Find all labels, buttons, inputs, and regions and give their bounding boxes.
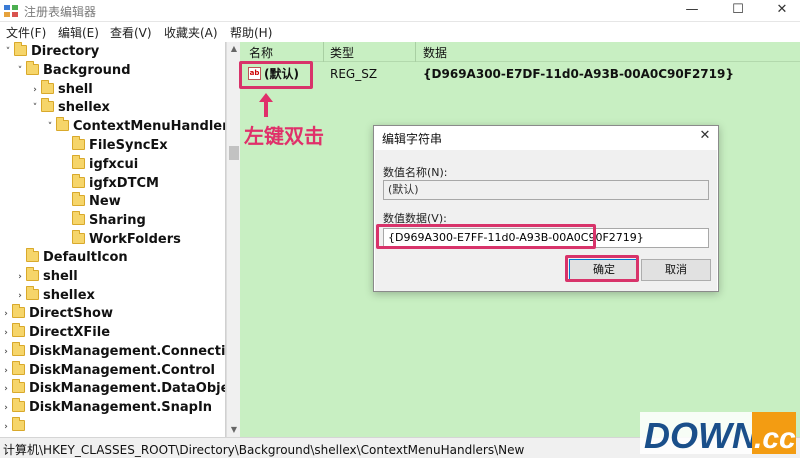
folder-icon bbox=[72, 174, 85, 188]
folder-icon bbox=[72, 136, 85, 150]
collapse-toggle[interactable]: ˅ bbox=[14, 62, 26, 80]
highlight-ok-button bbox=[565, 255, 639, 282]
scroll-down-icon[interactable]: ▼ bbox=[227, 423, 241, 437]
dialog-body: 数值名称(N): (默认) 数值数据(V): {D969A300-E7FF-11… bbox=[375, 150, 717, 291]
folder-icon bbox=[26, 286, 39, 300]
folder-icon bbox=[26, 248, 39, 262]
column-name[interactable]: 名称 bbox=[249, 44, 273, 61]
tree-item-diskmanagement-control[interactable]: › DiskManagement.Control bbox=[0, 361, 215, 380]
folder-icon bbox=[14, 42, 27, 56]
tree-item-directory[interactable]: ˅ Directory bbox=[2, 42, 99, 61]
tree-item-diskmanagement-connection[interactable]: › DiskManagement.Connection bbox=[0, 342, 225, 361]
menu-file[interactable]: 文件(F) bbox=[6, 24, 46, 41]
tree-item-background[interactable]: ˅ Background bbox=[14, 61, 131, 80]
expand-toggle[interactable]: › bbox=[0, 362, 12, 380]
expand-toggle[interactable]: › bbox=[0, 380, 12, 398]
value-name-field: (默认) bbox=[383, 180, 709, 200]
column-data[interactable]: 数据 bbox=[423, 44, 447, 61]
expand-toggle[interactable]: › bbox=[0, 399, 12, 417]
tree-item-workfolders[interactable]: WorkFolders bbox=[60, 230, 181, 249]
tree-item-shellex[interactable]: ˅ shellex bbox=[29, 98, 110, 117]
expand-toggle[interactable]: › bbox=[14, 287, 26, 305]
folder-icon bbox=[26, 267, 39, 281]
dialog-close-button[interactable]: ✕ bbox=[692, 126, 718, 146]
tree-item-defaulticon[interactable]: DefaultIcon bbox=[14, 248, 128, 267]
value-type: REG_SZ bbox=[330, 67, 378, 81]
menu-favorites[interactable]: 收藏夹(A) bbox=[164, 24, 218, 41]
current-key-path: 计算机\HKEY_CLASSES_ROOT\Directory\Backgrou… bbox=[3, 443, 525, 457]
cancel-button[interactable]: 取消 bbox=[641, 259, 711, 281]
edit-string-dialog: 编辑字符串 ✕ 数值名称(N): (默认) 数值数据(V): {D969A300… bbox=[373, 125, 719, 292]
tree-scrollbar[interactable]: ▲ ▼ bbox=[226, 42, 240, 437]
tree-item-contextmenuhandlers[interactable]: ˅ ContextMenuHandlers bbox=[44, 117, 225, 136]
value-data: {D969A300-E7DF-11d0-A93B-00A0C90F2719} bbox=[423, 67, 734, 81]
folder-icon bbox=[12, 342, 25, 356]
menu-edit[interactable]: 编辑(E) bbox=[58, 24, 99, 41]
tree-item-shell-2[interactable]: › shell bbox=[14, 267, 78, 286]
expand-toggle[interactable]: › bbox=[0, 343, 12, 361]
folder-icon bbox=[12, 398, 25, 412]
minimize-button[interactable]: — bbox=[672, 0, 712, 22]
tree-item-directshow[interactable]: › DirectShow bbox=[0, 304, 113, 323]
menu-view[interactable]: 查看(V) bbox=[110, 24, 152, 41]
highlight-value-data bbox=[376, 224, 596, 249]
svg-text:DOWN: DOWN bbox=[644, 415, 759, 456]
expand-toggle[interactable]: › bbox=[14, 268, 26, 286]
tree-item-directxfile[interactable]: › DirectXFile bbox=[0, 323, 110, 342]
tree-item-diskmanagement-dataobject[interactable]: › DiskManagement.DataObject bbox=[0, 379, 225, 398]
menu-help[interactable]: 帮助(H) bbox=[230, 24, 272, 41]
annotation-arrow-icon bbox=[259, 93, 273, 117]
down-cc-logo-icon: DOWN .cc bbox=[640, 412, 796, 456]
folder-icon bbox=[12, 417, 25, 431]
value-name-label: 数值名称(N): bbox=[383, 166, 448, 179]
folder-icon bbox=[72, 192, 85, 206]
folder-icon bbox=[12, 304, 25, 318]
dialog-title: 编辑字符串 bbox=[382, 132, 443, 146]
column-type[interactable]: 类型 bbox=[330, 44, 354, 61]
tree-item-shell[interactable]: › shell bbox=[29, 80, 93, 99]
expand-toggle[interactable]: › bbox=[0, 418, 12, 436]
tree-item-filesyncex[interactable]: FileSyncEx bbox=[60, 136, 168, 155]
tree-item-diskmanagement-snapin[interactable]: › DiskManagement.SnapIn bbox=[0, 398, 212, 417]
folder-icon bbox=[41, 80, 54, 94]
tree-item-sharing[interactable]: Sharing bbox=[60, 211, 146, 230]
folder-icon bbox=[72, 230, 85, 244]
tree-item-shellex-2[interactable]: › shellex bbox=[14, 286, 95, 305]
list-header: 名称 类型 数据 bbox=[240, 42, 800, 62]
expand-toggle[interactable]: › bbox=[29, 81, 41, 99]
tree-item-igfxdtcm[interactable]: igfxDTCM bbox=[60, 174, 159, 193]
folder-icon bbox=[12, 379, 25, 393]
registry-tree[interactable]: ˅ Directory ˅ Background › shell ˅ shellex ˅… bbox=[0, 42, 226, 437]
collapse-toggle[interactable]: ˅ bbox=[44, 118, 56, 136]
expand-toggle[interactable]: › bbox=[0, 305, 12, 323]
folder-icon bbox=[72, 155, 85, 169]
registry-editor-icon bbox=[4, 5, 18, 17]
folder-icon bbox=[41, 98, 54, 112]
folder-icon bbox=[56, 117, 69, 131]
maximize-button[interactable]: ☐ bbox=[718, 0, 758, 22]
collapse-toggle[interactable]: ˅ bbox=[2, 43, 14, 61]
expand-toggle[interactable]: › bbox=[0, 324, 12, 342]
folder-icon bbox=[26, 61, 39, 75]
folder-icon bbox=[12, 323, 25, 337]
scroll-thumb[interactable] bbox=[229, 146, 239, 160]
collapse-toggle[interactable]: ˅ bbox=[29, 99, 41, 117]
tree-item-igfxcui[interactable]: igfxcui bbox=[60, 155, 138, 174]
svg-text:.cc: .cc bbox=[754, 422, 796, 455]
annotation-text: 左键双击 bbox=[244, 124, 324, 148]
folder-icon bbox=[72, 211, 85, 225]
highlight-default-value bbox=[239, 61, 313, 89]
close-button[interactable]: ✕ bbox=[762, 0, 800, 22]
window-title: 注册表编辑器 bbox=[24, 5, 97, 19]
scroll-up-icon[interactable]: ▲ bbox=[227, 42, 241, 56]
tree-item-partial[interactable]: › bbox=[0, 417, 29, 436]
folder-icon bbox=[12, 361, 25, 375]
title-bar: 注册表编辑器 — ☐ ✕ bbox=[0, 0, 800, 22]
menu-bar: 文件(F) 编辑(E) 查看(V) 收藏夹(A) 帮助(H) bbox=[0, 22, 800, 42]
tree-item-new[interactable]: New bbox=[60, 192, 121, 211]
